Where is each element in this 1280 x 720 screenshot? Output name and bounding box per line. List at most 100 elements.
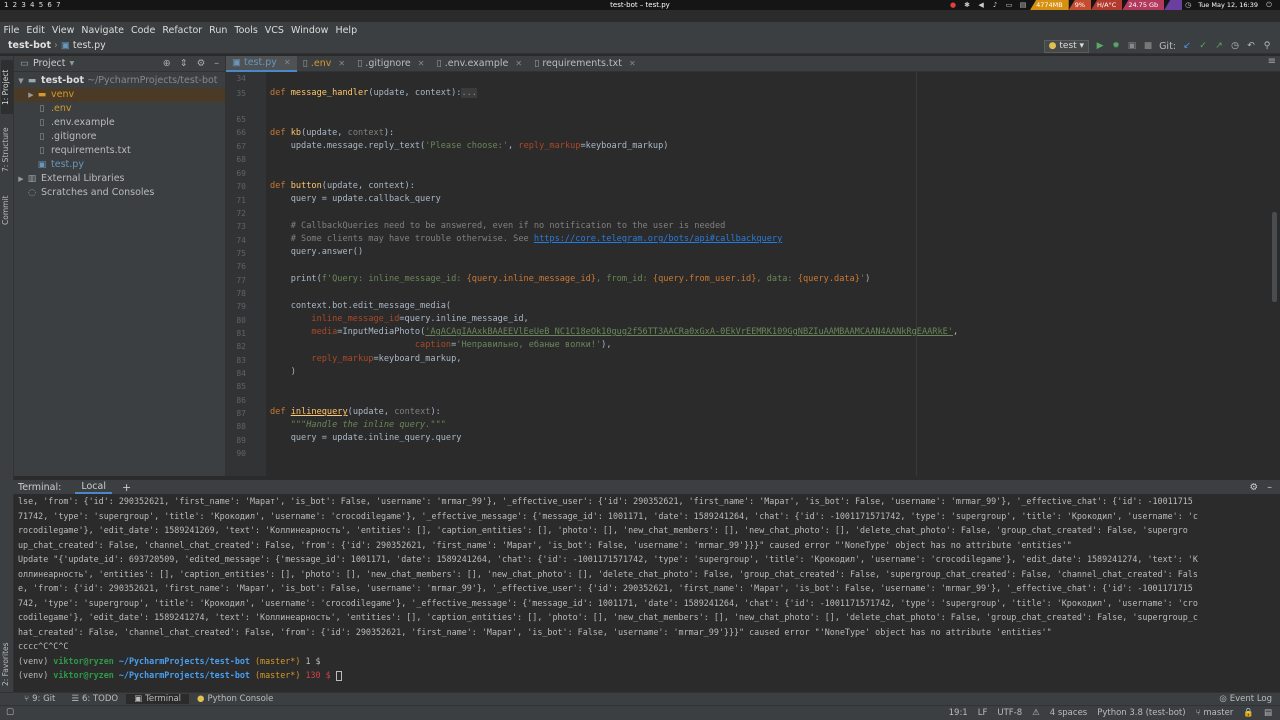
record-icon[interactable]: ● bbox=[946, 1, 960, 9]
debug-icon[interactable]: ✹ bbox=[1111, 41, 1121, 51]
file-icon: ▯ bbox=[436, 58, 442, 69]
hide-panels-icon[interactable]: ▢ bbox=[6, 707, 14, 717]
tree-item-test-py[interactable]: ▣ test.py bbox=[14, 158, 225, 172]
git-update-icon[interactable]: ↙ bbox=[1182, 41, 1192, 51]
clipboard-icon[interactable]: ▤ bbox=[1016, 1, 1030, 9]
indent-info-icon: ⚠ bbox=[1032, 708, 1040, 718]
python-icon: ● bbox=[1048, 40, 1057, 51]
scrollbar-thumb[interactable] bbox=[1272, 212, 1277, 302]
file-encoding[interactable]: UTF-8 bbox=[997, 708, 1022, 718]
menu-code[interactable]: Code bbox=[127, 25, 158, 36]
chevron-down-icon[interactable]: ▾ bbox=[70, 58, 75, 69]
new-terminal-icon[interactable]: + bbox=[122, 481, 131, 494]
display-icon[interactable]: ▭ bbox=[1002, 1, 1016, 9]
file-icon: ▯ bbox=[39, 104, 45, 114]
indent-setting[interactable]: 4 spaces bbox=[1050, 708, 1087, 718]
menu-tools[interactable]: Tools bbox=[231, 25, 261, 36]
chevron-right-icon[interactable]: ▶ bbox=[16, 172, 26, 186]
coverage-icon[interactable]: ▣ bbox=[1127, 41, 1137, 51]
bluetooth-icon[interactable]: ✱ bbox=[960, 1, 974, 9]
music-icon[interactable]: ♪ bbox=[988, 1, 1002, 9]
git-branch[interactable]: ⑂ master bbox=[1196, 708, 1234, 718]
tab-favorites-tool[interactable]: 2: Favorites bbox=[1, 626, 13, 686]
tree-item-env-example[interactable]: ▯ .env.example bbox=[14, 116, 225, 130]
history-icon[interactable]: ◷ bbox=[1230, 41, 1240, 51]
caret-position[interactable]: 19:1 bbox=[949, 708, 968, 718]
locate-icon[interactable]: ⊕ bbox=[163, 58, 171, 69]
menu-view[interactable]: View bbox=[48, 25, 78, 36]
folded-code[interactable]: ... bbox=[461, 88, 477, 98]
close-icon[interactable]: ✕ bbox=[338, 56, 345, 72]
event-log-button[interactable]: ◎ Event Log bbox=[1211, 694, 1280, 704]
tab-terminal-local[interactable]: Local bbox=[75, 481, 112, 494]
chevron-right-icon[interactable]: ▶ bbox=[26, 88, 36, 102]
minimize-icon[interactable]: – bbox=[1267, 482, 1272, 493]
tab-env-example[interactable]: ▯ .env.example ✕ bbox=[430, 56, 528, 72]
chevron-down-icon[interactable]: ▼ bbox=[16, 74, 26, 88]
terminal-output[interactable]: lse, 'from': {'id': 290352621, 'first_na… bbox=[14, 494, 1270, 692]
menu-vcs[interactable]: VCS bbox=[261, 25, 287, 36]
tab-env[interactable]: ▯ .env ✕ bbox=[297, 56, 351, 72]
gear-icon[interactable]: ⚙ bbox=[1249, 482, 1258, 493]
close-icon[interactable]: ✕ bbox=[629, 56, 636, 72]
tab-structure-tool[interactable]: 7: Structure bbox=[1, 120, 13, 180]
run-icon[interactable]: ▶ bbox=[1095, 41, 1105, 51]
tab-test-py[interactable]: ▣ test.py ✕ bbox=[226, 56, 297, 72]
tree-item-scratches[interactable]: ◌ Scratches and Consoles bbox=[14, 186, 225, 200]
menu-refactor[interactable]: Refactor bbox=[159, 25, 206, 36]
memory-icon[interactable]: ▤ bbox=[1264, 708, 1272, 718]
breadcrumb-project[interactable]: test-bot bbox=[8, 40, 51, 51]
rollback-icon[interactable]: ↶ bbox=[1246, 41, 1256, 51]
system-tray: ● ✱ ◀ ♪ ▭ ▤ 4774MB 9% H/A°C 24.75 Gb ◷ T… bbox=[946, 0, 1276, 10]
menu-edit[interactable]: Edit bbox=[23, 25, 48, 36]
stop-icon[interactable]: ■ bbox=[1143, 41, 1153, 51]
search-icon[interactable]: ⚲ bbox=[1262, 41, 1272, 51]
editor-scrollbar[interactable] bbox=[1270, 72, 1280, 476]
collapse-icon[interactable]: ⇕ bbox=[180, 58, 188, 69]
tab-commit-tool[interactable]: Commit bbox=[1, 190, 13, 230]
git-commit-icon[interactable]: ✓ bbox=[1198, 41, 1208, 51]
minimize-icon[interactable]: – bbox=[214, 58, 219, 69]
more-tabs-icon[interactable]: ≡ bbox=[1268, 56, 1276, 67]
line-number: 76 bbox=[236, 262, 246, 271]
run-config-select[interactable]: ● test ▾ bbox=[1043, 39, 1090, 53]
url-link[interactable]: https://core.telegram.org/bots/api#callb… bbox=[534, 234, 782, 244]
tree-item-external-libraries[interactable]: ▶ ▥ External Libraries bbox=[14, 172, 225, 186]
tree-item-env[interactable]: ▯ .env bbox=[14, 102, 225, 116]
code-editor[interactable]: 34 35 65 66 67 68 69 70 71 72 73 74 75 7… bbox=[226, 72, 1280, 476]
python-interpreter[interactable]: Python 3.8 (test-bot) bbox=[1097, 708, 1185, 718]
line-separator[interactable]: LF bbox=[978, 708, 988, 718]
project-view-select[interactable]: Project bbox=[33, 58, 66, 69]
project-panel-header: ▭ Project ▾ ⊕ ⇕ ⚙ – bbox=[14, 56, 225, 72]
gear-icon[interactable]: ⚙ bbox=[197, 58, 206, 69]
tab-git[interactable]: ⑂ 9: Git bbox=[16, 694, 63, 704]
tree-item-venv[interactable]: ▶ ▬ venv bbox=[14, 88, 225, 102]
line-number: 35 bbox=[236, 89, 246, 98]
tab-terminal[interactable]: ▣ Terminal bbox=[126, 694, 190, 704]
tree-item-root[interactable]: ▼ ▬ test-bot ~/PycharmProjects/test-bot bbox=[14, 74, 225, 88]
navigation-bar: test-bot › ▣ test.py ● test ▾ ▶ ✹ ▣ ■ Gi… bbox=[0, 38, 1280, 54]
tab-project-tool[interactable]: 1: Project bbox=[1, 60, 13, 114]
tab-python-console[interactable]: ● Python Console bbox=[189, 694, 281, 704]
power-icon[interactable]: ⏻ bbox=[1262, 1, 1276, 10]
tab-requirements[interactable]: ▯ requirements.txt ✕ bbox=[528, 56, 642, 72]
close-icon[interactable]: ✕ bbox=[284, 55, 291, 71]
tree-item-gitignore[interactable]: ▯ .gitignore bbox=[14, 130, 225, 144]
tree-item-requirements[interactable]: ▯ requirements.txt bbox=[14, 144, 225, 158]
close-icon[interactable]: ✕ bbox=[418, 56, 425, 72]
lock-icon[interactable]: 🔒 bbox=[1243, 708, 1254, 718]
menu-navigate[interactable]: Navigate bbox=[78, 25, 128, 36]
tab-gitignore[interactable]: ▯ .gitignore ✕ bbox=[351, 56, 430, 72]
menu-help[interactable]: Help bbox=[332, 25, 361, 36]
menu-window[interactable]: Window bbox=[287, 25, 331, 36]
tab-todo[interactable]: ☰ 6: TODO bbox=[63, 694, 126, 704]
menu-file[interactable]: File bbox=[0, 25, 23, 36]
terminal-prompt[interactable]: (venv) viktor@ryzen ~/PycharmProjects/te… bbox=[18, 668, 1270, 683]
line-number: 68 bbox=[236, 155, 246, 164]
close-icon[interactable]: ✕ bbox=[515, 56, 522, 72]
breadcrumb-file[interactable]: test.py bbox=[73, 40, 106, 51]
clock: Tue May 12, 16:39 bbox=[1198, 1, 1258, 9]
menu-run[interactable]: Run bbox=[206, 25, 231, 36]
speaker-icon[interactable]: ◀ bbox=[974, 1, 988, 9]
git-push-icon[interactable]: ↗ bbox=[1214, 41, 1224, 51]
